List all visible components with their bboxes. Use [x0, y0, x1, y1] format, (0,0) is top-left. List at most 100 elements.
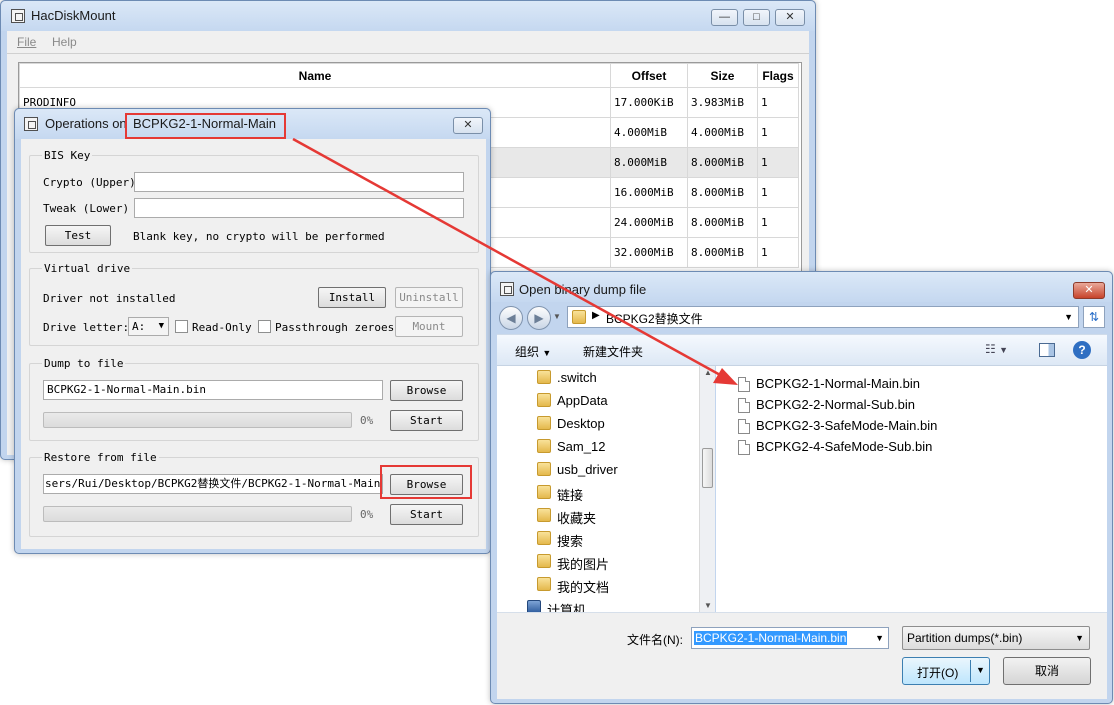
- file-type-select[interactable]: Partition dumps(*.bin) ▼: [902, 626, 1090, 650]
- menu-file[interactable]: File: [17, 35, 36, 49]
- dialog-titlebar[interactable]: Open binary dump file ✕: [491, 272, 1112, 302]
- uninstall-button[interactable]: Uninstall: [395, 287, 463, 308]
- restore-start-button[interactable]: Start: [390, 504, 463, 525]
- cell-flags: 1: [756, 207, 800, 238]
- nav-item-label: Desktop: [557, 416, 605, 431]
- col-flags-header[interactable]: Flags: [756, 63, 800, 88]
- read-only-checkbox[interactable]: [175, 320, 188, 333]
- refresh-icon[interactable]: ⇅: [1083, 306, 1105, 328]
- cell-size: 8.000MiB: [687, 207, 758, 238]
- drive-letter-select[interactable]: A: ▼: [128, 317, 169, 336]
- ops-close-icon[interactable]: ✕: [453, 117, 483, 134]
- virtual-drive-label: Virtual drive: [42, 262, 133, 275]
- nav-item[interactable]: 我的图片: [497, 550, 697, 573]
- cell-offset: 24.000MiB: [610, 207, 688, 238]
- maximize-icon[interactable]: □: [743, 9, 770, 26]
- dump-browse-button[interactable]: Browse: [390, 380, 463, 401]
- nav-scrollbar[interactable]: ▲ ▼: [699, 366, 715, 612]
- nav-item[interactable]: 收藏夹: [497, 504, 697, 527]
- filename-input[interactable]: BCPKG2-1-Normal-Main.bin ▼: [691, 627, 889, 649]
- dialog-close-icon[interactable]: ✕: [1073, 282, 1105, 299]
- file-icon: [738, 377, 750, 392]
- file-item[interactable]: BCPKG2-2-Normal-Sub.bin: [736, 395, 996, 416]
- scroll-down-icon[interactable]: ▼: [704, 601, 712, 610]
- menu-help[interactable]: Help: [52, 35, 77, 49]
- nav-item-label: 收藏夹: [557, 511, 597, 526]
- help-icon[interactable]: ?: [1073, 341, 1091, 359]
- tweak-input[interactable]: [134, 198, 464, 218]
- nav-item-label: 链接: [557, 488, 584, 503]
- nav-item[interactable]: Sam_12: [497, 435, 697, 458]
- dump-start-button[interactable]: Start: [390, 410, 463, 431]
- open-split-divider: [970, 660, 971, 682]
- nav-item[interactable]: 链接: [497, 481, 697, 504]
- address-bar[interactable]: ▶ BCPKG2替换文件 ▼: [567, 306, 1079, 328]
- cell-flags: 1: [756, 237, 800, 268]
- nav-item[interactable]: Desktop: [497, 412, 697, 435]
- cell-flags: 1: [756, 177, 800, 208]
- dialog-title: Open binary dump file: [519, 282, 647, 297]
- file-item-label: BCPKG2-2-Normal-Sub.bin: [756, 397, 915, 412]
- open-file-dialog: Open binary dump file ✕ ◀ ▶ ▼ ▶ BCPKG2替换…: [490, 271, 1113, 704]
- drive-letter-value: A:: [132, 320, 146, 333]
- file-item[interactable]: BCPKG2-4-SafeMode-Sub.bin: [736, 437, 996, 458]
- folder-icon: [537, 416, 551, 430]
- app-icon: [11, 9, 25, 23]
- nav-item[interactable]: 搜索: [497, 527, 697, 550]
- dialog-nav-row: ◀ ▶ ▼ ▶ BCPKG2替换文件 ▼ ⇅: [497, 302, 1107, 334]
- new-folder-button[interactable]: 新建文件夹: [583, 343, 643, 360]
- cell-size: 8.000MiB: [687, 237, 758, 268]
- forward-icon[interactable]: ▶: [527, 306, 551, 330]
- cell-offset: 4.000MiB: [610, 117, 688, 148]
- cancel-button[interactable]: 取消: [1003, 657, 1091, 685]
- recent-dropdown-icon[interactable]: ▼: [553, 312, 561, 321]
- open-dropdown-icon[interactable]: ▼: [976, 665, 985, 675]
- open-label: 打开(O): [917, 666, 959, 680]
- file-icon: [738, 398, 750, 413]
- passthrough-checkbox[interactable]: [258, 320, 271, 333]
- organize-chevron-icon: ▼: [542, 348, 552, 358]
- nav-item[interactable]: AppData: [497, 389, 697, 412]
- folder-icon: [537, 554, 551, 568]
- crypto-input[interactable]: [134, 172, 464, 192]
- col-name-header[interactable]: Name: [18, 63, 612, 88]
- restore-path-input[interactable]: sers/Rui/Desktop/BCPKG2替换文件/BCPKG2-1-Nor…: [43, 474, 383, 494]
- menu-divider: [7, 53, 809, 54]
- organize-button[interactable]: 组织 ▼: [515, 343, 551, 360]
- dump-path-input[interactable]: BCPKG2-1-Normal-Main.bin: [43, 380, 383, 400]
- cell-size: 8.000MiB: [687, 147, 758, 178]
- install-button[interactable]: Install: [318, 287, 386, 308]
- close-icon[interactable]: ✕: [775, 9, 805, 26]
- scroll-up-icon[interactable]: ▲: [704, 368, 712, 377]
- file-item[interactable]: BCPKG2-1-Normal-Main.bin: [736, 374, 996, 395]
- col-offset-header[interactable]: Offset: [610, 63, 688, 88]
- main-titlebar[interactable]: HacDiskMount — □ ✕: [1, 1, 815, 31]
- nav-item-label: 我的图片: [557, 557, 610, 572]
- file-type-dropdown-icon: ▼: [1075, 633, 1084, 643]
- organize-label: 组织: [515, 345, 540, 359]
- cell-flags: 1: [756, 147, 800, 178]
- scroll-thumb[interactable]: [702, 448, 713, 488]
- nav-item-label: Sam_12: [557, 439, 606, 454]
- address-path: BCPKG2替换文件: [606, 312, 703, 326]
- open-button[interactable]: 打开(O) ▼: [902, 657, 990, 685]
- file-item-label: BCPKG2-3-SafeMode-Main.bin: [756, 418, 938, 433]
- minimize-icon[interactable]: —: [711, 9, 738, 26]
- file-item-label: BCPKG2-1-Normal-Main.bin: [756, 376, 920, 391]
- file-item[interactable]: BCPKG2-3-SafeMode-Main.bin: [736, 416, 996, 437]
- col-size-header[interactable]: Size: [687, 63, 758, 88]
- cell-flags: 1: [756, 117, 800, 148]
- back-icon[interactable]: ◀: [499, 306, 523, 330]
- nav-item[interactable]: usb_driver: [497, 458, 697, 481]
- main-window-title: HacDiskMount: [31, 8, 116, 23]
- nav-item[interactable]: .switch: [497, 366, 697, 389]
- test-button[interactable]: Test: [45, 225, 111, 246]
- restore-progress-text: 0%: [360, 508, 374, 521]
- nav-item[interactable]: 我的文档: [497, 573, 697, 596]
- view-options-icon[interactable]: ☷ ▼: [985, 342, 1008, 356]
- bis-status-text: Blank key, no crypto will be performed: [133, 230, 385, 243]
- filename-dropdown-icon[interactable]: ▼: [875, 633, 884, 643]
- address-dropdown-icon[interactable]: ▼: [1064, 312, 1073, 322]
- preview-pane-icon[interactable]: [1039, 343, 1055, 357]
- mount-button[interactable]: Mount: [395, 316, 463, 337]
